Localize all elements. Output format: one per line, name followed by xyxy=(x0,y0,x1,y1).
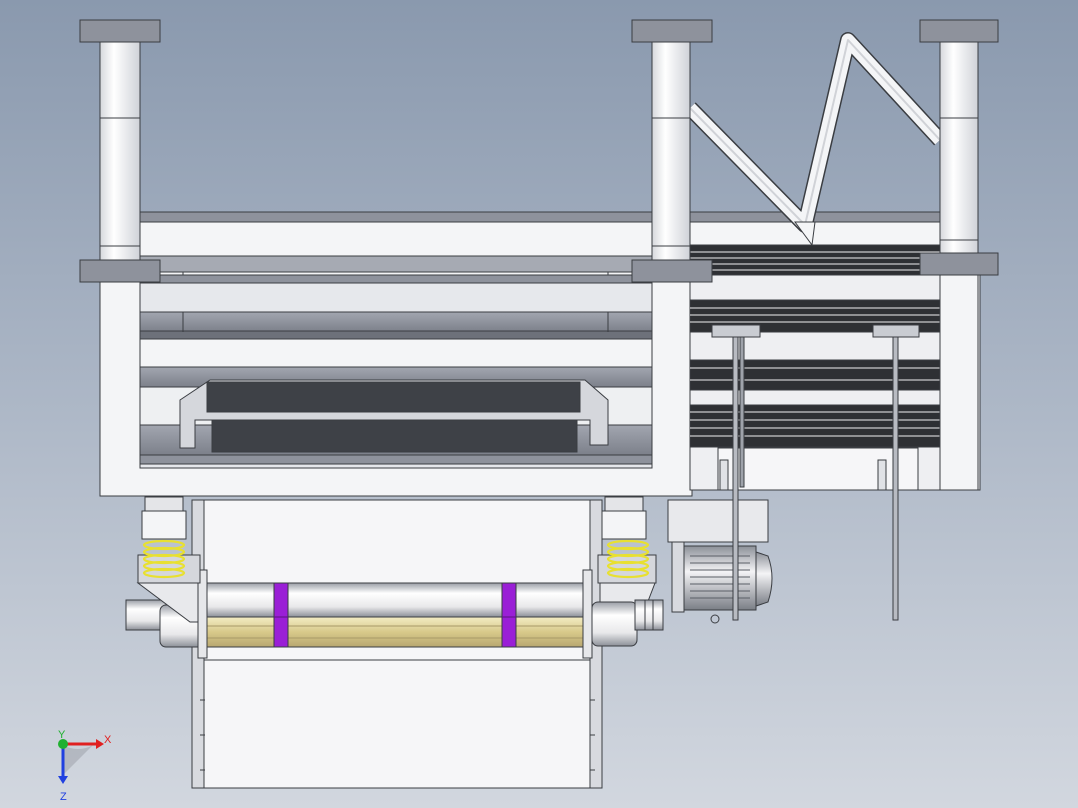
band-right xyxy=(501,582,517,648)
post-middle-top-cap xyxy=(631,19,713,43)
drive-motor xyxy=(667,499,773,624)
post-left xyxy=(99,39,141,263)
band-left xyxy=(273,582,289,648)
y-axis-label: Y xyxy=(58,729,66,741)
right-flange xyxy=(582,569,593,659)
post-left-bottom-cap xyxy=(79,259,161,283)
post-left-top-cap xyxy=(79,19,161,43)
x-arrow-head xyxy=(96,739,104,749)
z-arrow-head xyxy=(58,776,68,784)
hopper-top-slot xyxy=(206,381,581,413)
spring-mount-right xyxy=(597,496,657,584)
rail-1 xyxy=(139,274,653,284)
upper-frame xyxy=(99,257,693,497)
spring-mount-left xyxy=(137,496,201,584)
main-roller xyxy=(204,582,586,618)
cad-viewport[interactable]: X Y Z xyxy=(0,0,1078,808)
roller-assembly xyxy=(125,569,664,659)
post-middle xyxy=(651,39,691,263)
right-shaft xyxy=(634,599,664,631)
z-axis-label: Z xyxy=(60,791,67,803)
post-right xyxy=(939,39,979,256)
rail-2 xyxy=(139,311,653,333)
hanger-bracket-right xyxy=(872,324,920,338)
orientation-triad[interactable]: X Y Z xyxy=(58,729,112,803)
x-axis-label: X xyxy=(104,734,112,746)
post-right-top-cap xyxy=(919,19,999,43)
post-middle-bottom-cap xyxy=(631,259,713,283)
motor-end-cap xyxy=(755,551,773,607)
post-right-bottom-cap xyxy=(919,252,999,276)
assembly-drawing: X Y Z xyxy=(58,19,999,803)
hanger-rod-left xyxy=(732,336,739,621)
hopper-bottom-slot xyxy=(211,419,578,453)
hanger-rod-right xyxy=(892,336,899,621)
right-screen-block xyxy=(689,244,981,621)
conveyor-belt xyxy=(204,616,586,648)
hanger-bracket-left xyxy=(711,324,761,338)
